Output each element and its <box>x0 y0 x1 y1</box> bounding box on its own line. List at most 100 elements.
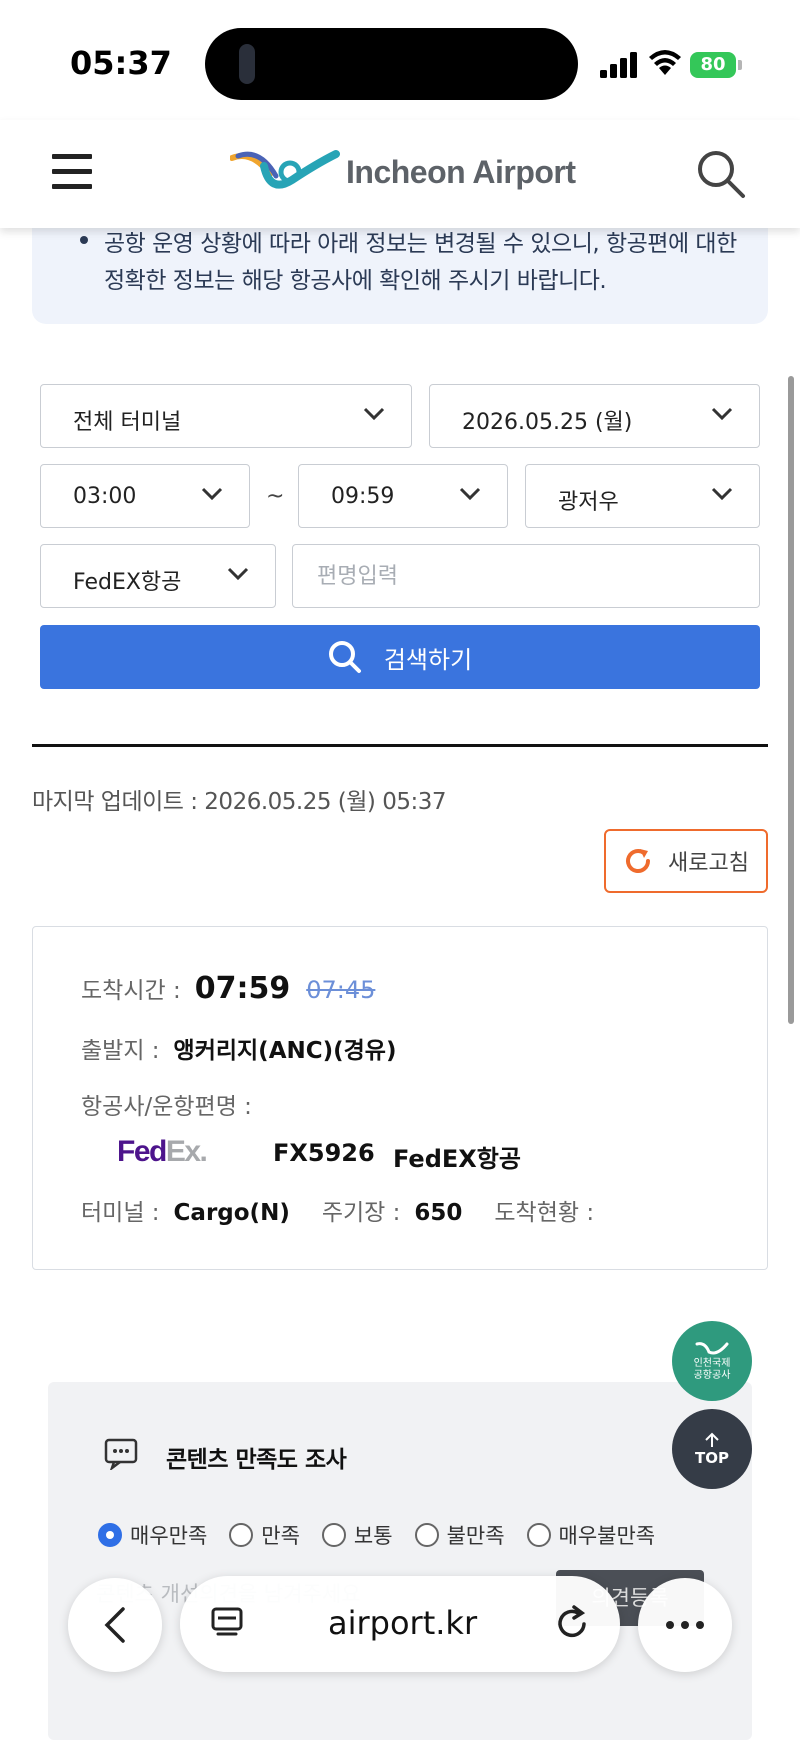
fedex-logo-ex: Ex. <box>165 1135 208 1168</box>
radio-satisfied[interactable]: 만족 <box>229 1520 300 1550</box>
radio-unselected[interactable] <box>321 1523 346 1547</box>
airline-select[interactable]: FedEX항공 <box>40 544 276 608</box>
chevron-down-icon <box>227 567 249 581</box>
status-bar: 05:37 80 <box>0 0 800 120</box>
chevron-down-icon <box>201 487 223 501</box>
search-icon[interactable] <box>695 148 747 200</box>
satisfaction-options: 매우만족 만족 보통 불만족 매우불만족 <box>98 1520 677 1550</box>
browser-more-button[interactable] <box>638 1578 732 1672</box>
corp-name-line1: 인천국제 <box>693 1358 731 1369</box>
airline-label: 항공사/운항편명 : <box>81 1094 252 1120</box>
stand-label: 주기장 : <box>321 1200 401 1226</box>
cellular-signal-icon <box>600 52 637 78</box>
chevron-down-icon <box>459 487 481 501</box>
radio-very-satisfied[interactable]: 매우만족 <box>98 1520 207 1550</box>
radio-dissatisfied[interactable]: 불만족 <box>414 1520 505 1550</box>
flight-number-input[interactable] <box>292 544 760 608</box>
survey-title: 콘텐츠 만족도 조사 <box>166 1447 347 1473</box>
radio-unselected[interactable] <box>229 1523 254 1547</box>
time-from-select[interactable]: 03:00 <box>40 464 250 528</box>
scroll-top-label: TOP <box>695 1449 729 1467</box>
refresh-button-label: 새로고침 <box>668 851 749 876</box>
city-select-value: 광저우 <box>558 490 619 515</box>
hamburger-menu-icon[interactable] <box>52 154 92 190</box>
status-time: 05:37 <box>70 44 172 82</box>
time-range-separator: ~ <box>266 484 285 509</box>
search-button[interactable]: 검색하기 <box>40 625 760 689</box>
city-select[interactable]: 광저우 <box>525 464 760 528</box>
time-from-value: 03:00 <box>73 484 137 509</box>
arrival-label: 도착시간 : <box>81 978 181 1004</box>
notice-bullet <box>80 236 88 244</box>
details-row: 터미널 : Cargo(N) 주기장 : 650 도착현황 : <box>81 1193 608 1227</box>
chevron-down-icon <box>711 487 733 501</box>
radio-neutral[interactable]: 보통 <box>321 1520 393 1550</box>
battery-indicator: 80 <box>690 52 736 78</box>
origin-value: 앵커리지(ANC)(경유) <box>173 1038 397 1064</box>
notice-text: 공항 운영 상황에 따라 아래 정보는 변경될 수 있으니, 항공편에 대한 정… <box>104 231 737 294</box>
date-select-value: 2026.05.25 (월) <box>462 410 633 435</box>
corp-name-line2: 공항공사 <box>693 1370 731 1381</box>
scheduled-time: 07:45 <box>306 976 376 1004</box>
origin-label: 출발지 : <box>81 1038 160 1064</box>
radio-unselected[interactable] <box>414 1523 439 1547</box>
arrival-row: 도착시간 : 07:59 07:45 <box>81 971 375 1006</box>
terminal-select-value: 전체 터미널 <box>73 410 182 435</box>
terminal-select[interactable]: 전체 터미널 <box>40 384 412 448</box>
flight-number: FX5926 <box>273 1139 375 1167</box>
reload-icon[interactable] <box>554 1604 590 1642</box>
fedex-logo: FedEx. <box>117 1135 208 1169</box>
browser-back-button[interactable] <box>68 1578 162 1672</box>
flight-card[interactable]: 도착시간 : 07:59 07:45 출발지 : 앵커리지(ANC)(경유) 항… <box>32 926 768 1270</box>
camera-indicator <box>239 44 255 84</box>
airline-row: 항공사/운항편명 : <box>81 1087 266 1121</box>
status-label: 도착현황 : <box>494 1200 595 1226</box>
tabs-icon[interactable] <box>210 1606 244 1640</box>
search-icon <box>328 641 361 673</box>
chevron-left-icon <box>104 1607 125 1643</box>
refresh-icon <box>626 849 650 873</box>
page-scrollbar[interactable] <box>788 376 794 1024</box>
stand-value: 650 <box>414 1200 463 1226</box>
radio-label: 보통 <box>353 1524 393 1548</box>
logo-text: Incheon Airport <box>346 153 576 190</box>
radio-unselected[interactable] <box>526 1523 551 1547</box>
url-text: airport.kr <box>328 1604 478 1642</box>
search-button-label: 검색하기 <box>383 646 473 674</box>
radio-label: 불만족 <box>446 1524 505 1548</box>
airline-name: FedEX항공 <box>393 1145 521 1173</box>
arrow-up-icon <box>705 1432 719 1447</box>
radio-selected[interactable] <box>98 1523 122 1547</box>
more-dots-icon <box>666 1621 704 1629</box>
last-update-text: 마지막 업데이트 : 2026.05.25 (월) 05:37 <box>32 789 447 815</box>
radio-very-dissatisfied[interactable]: 매우불만족 <box>526 1520 656 1550</box>
battery-tip <box>738 60 742 70</box>
airport-corp-button[interactable]: 인천국제 공항공사 <box>672 1321 752 1401</box>
dynamic-island <box>205 28 578 100</box>
radio-label: 만족 <box>261 1524 300 1548</box>
terminal-value: Cargo(N) <box>173 1200 290 1226</box>
airport-emblem-icon <box>695 1342 729 1355</box>
chat-icon <box>104 1438 138 1470</box>
incheon-airport-logo[interactable]: Incheon Airport <box>230 144 576 200</box>
radio-label: 매우불만족 <box>558 1524 656 1548</box>
refresh-button[interactable]: 새로고침 <box>604 829 768 893</box>
terminal-label: 터미널 : <box>81 1200 160 1226</box>
site-header: Incheon Airport <box>0 120 800 228</box>
scroll-top-button[interactable]: TOP <box>672 1409 752 1489</box>
radio-label: 매우만족 <box>130 1524 208 1548</box>
airline-select-value: FedEX항공 <box>73 570 182 595</box>
chevron-down-icon <box>363 407 385 421</box>
browser-address-bar[interactable]: airport.kr <box>180 1576 620 1672</box>
arrival-time: 07:59 <box>194 971 291 1006</box>
wifi-icon <box>649 50 681 75</box>
airport-emblem-icon <box>230 150 340 189</box>
time-to-value: 09:59 <box>331 484 395 509</box>
chevron-down-icon <box>711 407 733 421</box>
date-select[interactable]: 2026.05.25 (월) <box>429 384 760 448</box>
fedex-logo-fed: Fed <box>117 1135 167 1168</box>
origin-row: 출발지 : 앵커리지(ANC)(경유) <box>81 1031 396 1065</box>
section-divider <box>32 744 768 747</box>
survey-section: 콘텐츠 만족도 조사 매우만족 만족 보통 불만족 매우불만족 콘텐츠 개선의견… <box>48 1382 752 1740</box>
time-to-select[interactable]: 09:59 <box>298 464 508 528</box>
